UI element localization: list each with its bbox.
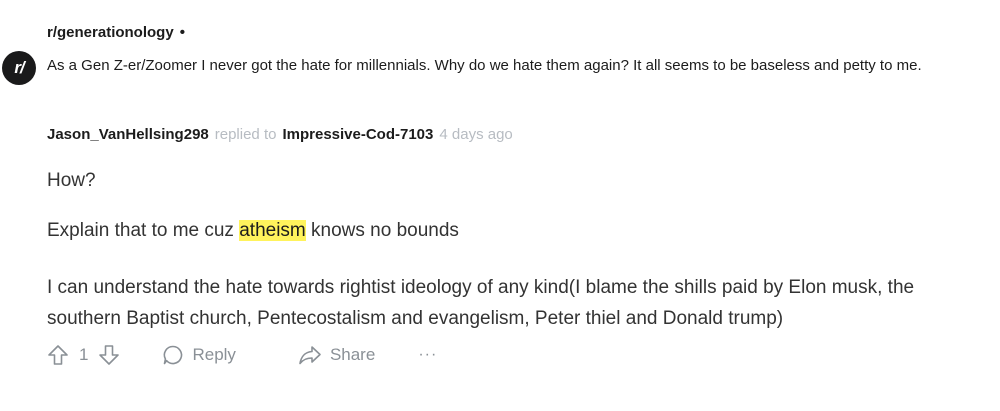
comment-paragraph-2: Explain that to me cuz atheism knows no …	[47, 220, 459, 242]
more-options-button[interactable]: ···	[418, 346, 437, 364]
reply-label: Reply	[192, 345, 236, 364]
paragraph-2-before: Explain that to me cuz	[47, 220, 240, 241]
comment-timestamp: 4 days ago	[439, 126, 513, 143]
share-arrow-icon	[298, 344, 322, 366]
subreddit-icon[interactable]: r/	[2, 51, 36, 85]
share-label: Share	[329, 345, 376, 364]
comment-paragraph-1: How?	[47, 170, 96, 191]
more-options-icon: ···	[418, 346, 438, 363]
post-title[interactable]: As a Gen Z-er/Zoomer I never got the hat…	[47, 49, 987, 82]
replied-to-user[interactable]: Impressive-Cod-7103	[282, 126, 433, 143]
separator-dot: •	[179, 24, 185, 41]
comment-author[interactable]: Jason_VanHellsing298	[47, 126, 209, 143]
comment-paragraph-3: I can understand the hate towards righti…	[47, 277, 915, 329]
downvote-icon[interactable]	[98, 344, 120, 366]
post-header: r/generationology •	[47, 24, 185, 41]
replied-to-label: replied to	[214, 126, 277, 143]
search-term-highlight: atheism	[239, 220, 306, 241]
vote-count: 1	[79, 345, 89, 364]
vote-controls: 1	[47, 344, 120, 366]
paragraph-2-after: knows no bounds	[305, 220, 459, 241]
comment-search-result: r/generationology • r/ As a Gen Z-er/Zoo…	[0, 0, 1000, 411]
comment-bubble-icon	[162, 344, 184, 366]
comment-actions: 1 Reply Share ···	[47, 344, 437, 366]
share-button[interactable]: Share	[298, 344, 375, 366]
subreddit-name[interactable]: r/generationology	[47, 24, 174, 41]
upvote-icon[interactable]	[47, 344, 69, 366]
comment-meta: Jason_VanHellsing298 replied to Impressi…	[47, 126, 513, 143]
subreddit-icon-label: r/	[14, 58, 24, 77]
reply-button[interactable]: Reply	[162, 344, 236, 366]
